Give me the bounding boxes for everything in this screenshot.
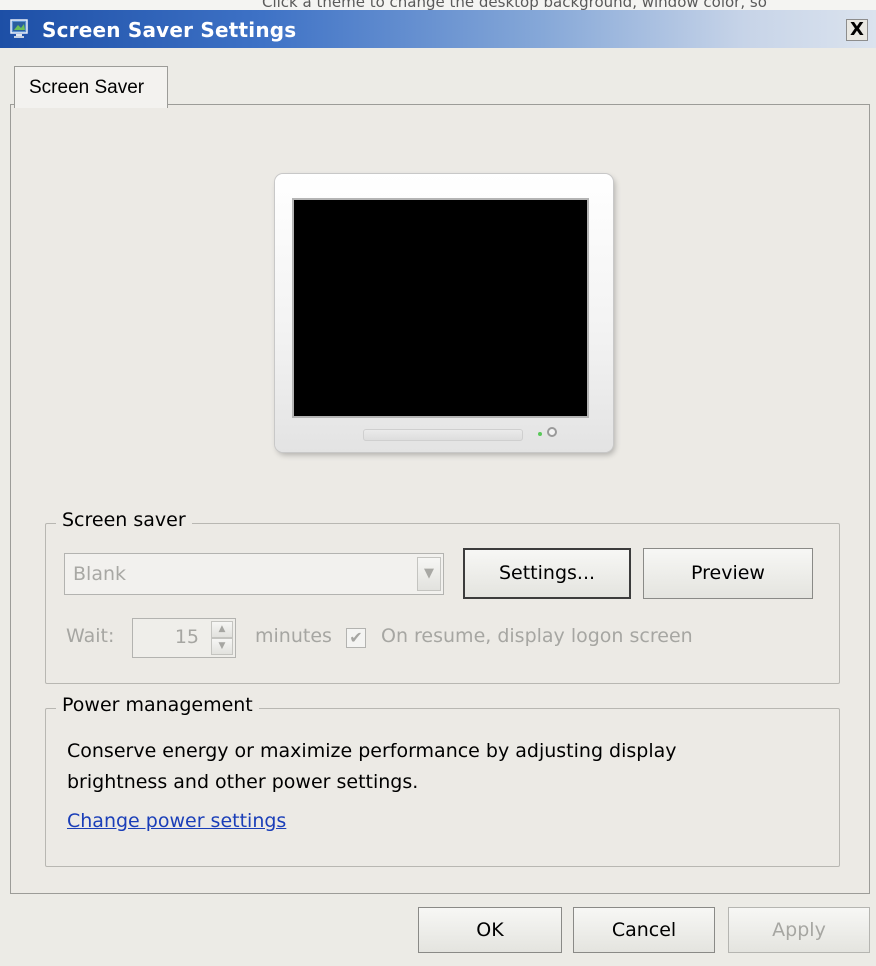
tab-screen-saver[interactable]: Screen Saver (14, 66, 168, 108)
screen-saver-group-label: Screen saver (56, 509, 192, 531)
wait-minutes-value: 15 (174, 626, 199, 648)
monitor-power-icon (547, 427, 557, 437)
power-management-group-label: Power management (56, 694, 259, 716)
change-power-settings-link[interactable]: Change power settings (67, 810, 286, 832)
close-icon: X (850, 19, 864, 40)
resume-logon-checkbox[interactable]: ✔ (346, 628, 366, 648)
background-window-text: Click a theme to change the desktop back… (0, 0, 876, 10)
wait-minutes-stepper[interactable]: 15 ▲ ▼ (132, 618, 236, 658)
spin-down-icon[interactable]: ▼ (211, 638, 233, 655)
ok-button[interactable]: OK (418, 907, 562, 953)
background-caption: Click a theme to change the desktop back… (262, 0, 767, 10)
tab-label: Screen Saver (29, 77, 145, 98)
chevron-down-icon[interactable]: ▼ (417, 557, 441, 591)
wait-label: Wait: (66, 625, 115, 647)
apply-button[interactable]: Apply (728, 907, 870, 953)
monitor-base-bar (363, 429, 523, 441)
monitor-preview (275, 174, 613, 452)
resume-logon-label: On resume, display logon screen (381, 625, 693, 647)
power-management-description: Conserve energy or maximize performance … (67, 740, 677, 793)
screen-saver-app-icon (10, 19, 28, 38)
title-bar[interactable]: Screen Saver Settings X (0, 10, 876, 48)
settings-button[interactable]: Settings... (463, 548, 631, 599)
check-icon: ✔ (349, 628, 363, 647)
monitor-preview-screen (294, 200, 587, 416)
minutes-label: minutes (255, 625, 332, 647)
window-title: Screen Saver Settings (42, 18, 297, 42)
monitor-led-icon (538, 432, 542, 436)
close-button[interactable]: X (846, 19, 868, 41)
screen-saver-settings-dialog: Click a theme to change the desktop back… (0, 0, 876, 966)
cancel-button[interactable]: Cancel (573, 907, 715, 953)
screen-saver-select[interactable]: Blank ▼ (64, 553, 444, 595)
screen-saver-select-value: Blank (73, 563, 127, 585)
preview-button[interactable]: Preview (643, 548, 813, 599)
spin-up-icon[interactable]: ▲ (211, 621, 233, 638)
